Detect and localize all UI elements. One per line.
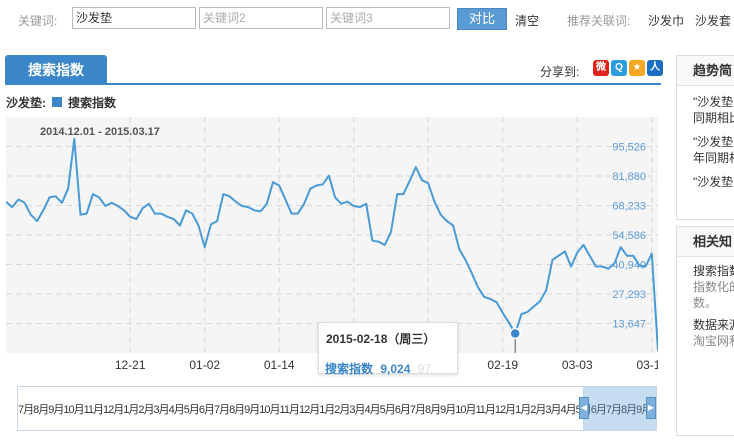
keyword2-input[interactable]: 关键词2 bbox=[199, 7, 323, 29]
recommended-item[interactable]: 沙发套 bbox=[695, 12, 731, 29]
x-tick-label: 01-14 bbox=[264, 358, 295, 372]
favorite-icon[interactable]: ★ bbox=[629, 60, 645, 76]
trend-summary-title: 趋势简 bbox=[677, 56, 734, 86]
related-knowledge-title: 相关知 bbox=[677, 227, 734, 257]
tab-bar: 搜索指数 分享到: 微 Q ★ 人 bbox=[5, 55, 663, 85]
chart-tooltip: 2015-02-18（周三） 搜索指数 9,024 97 bbox=[318, 322, 458, 377]
x-tick-label: 02-19 bbox=[487, 358, 518, 372]
tooltip-date: 2015-02-18（周三） bbox=[326, 332, 436, 346]
tab-search-index[interactable]: 搜索指数 bbox=[5, 55, 107, 85]
clear-link[interactable]: 清空 bbox=[515, 12, 539, 29]
y-tick-label: 95,526 bbox=[612, 142, 646, 154]
search-bar: 关键词: 沙发垫 关键词2 关键词3 对比 清空 推荐关联词: 沙发巾 沙发套 bbox=[0, 0, 734, 38]
timeline-right-handle[interactable]: ▶ bbox=[646, 397, 656, 419]
tooltip-value-row: 搜索指数 9,024 97 bbox=[325, 360, 431, 377]
keyword1-input[interactable]: 沙发垫 bbox=[72, 7, 196, 29]
related-knowledge-panel: 相关知 搜索指数 指数化的 数。 数据来源 淘宝网和 bbox=[676, 226, 734, 436]
trend-line: "沙发垫 bbox=[693, 175, 734, 189]
y-tick-label: 13,647 bbox=[612, 318, 646, 330]
legend-swatch bbox=[52, 97, 62, 107]
trend-line: "沙发垫 bbox=[693, 95, 734, 109]
trend-line: 同期相比 bbox=[693, 111, 734, 125]
timeline-slider[interactable]: 7月8月9月10月11月12月1月2月3月4月5月6月7月8月9月10月11月1… bbox=[17, 386, 657, 431]
highlighted-data-point[interactable] bbox=[509, 327, 521, 340]
x-tick-label: 03-03 bbox=[562, 358, 593, 372]
tooltip-faded-text: 97 bbox=[417, 362, 432, 376]
legend-label: 搜索指数 bbox=[68, 95, 117, 110]
weibo-icon[interactable]: 微 bbox=[593, 60, 609, 76]
y-tick-label: 54,586 bbox=[612, 230, 646, 242]
x-tick-label: 12-21 bbox=[115, 358, 146, 372]
qzone-icon[interactable]: Q bbox=[611, 60, 627, 76]
related-line: 数据来源 bbox=[693, 318, 734, 332]
date-range-label: 2014.12.01 - 2015.03.17 bbox=[40, 126, 160, 138]
related-line: 淘宝网和 bbox=[693, 334, 734, 348]
tooltip-series-label: 搜索指数 bbox=[325, 362, 374, 376]
share-label: 分享到: bbox=[540, 65, 580, 79]
tooltip-value: 9,024 bbox=[380, 362, 411, 376]
x-tick-label: 03-15 bbox=[636, 358, 658, 372]
related-line: 搜索指数 bbox=[693, 264, 734, 278]
keyword3-input[interactable]: 关键词3 bbox=[326, 7, 450, 29]
timeline-left-handle[interactable]: ◀ bbox=[579, 397, 589, 419]
chart-legend: 沙发垫: 搜索指数 bbox=[6, 94, 116, 110]
renren-icon[interactable]: 人 bbox=[647, 60, 663, 76]
trend-summary-panel: 趋势简 "沙发垫 同期相比 "沙发垫 年同期相 "沙发垫 bbox=[676, 55, 734, 220]
trend-line: 年同期相 bbox=[693, 151, 734, 165]
related-line: 指数化的 bbox=[693, 280, 734, 294]
compare-button[interactable]: 对比 bbox=[457, 8, 507, 30]
keyword1-label: 关键词: bbox=[18, 14, 58, 28]
y-tick-label: 40,940 bbox=[612, 259, 646, 271]
recommended-label: 推荐关联词: bbox=[567, 14, 631, 28]
y-tick-label: 81,880 bbox=[612, 171, 646, 183]
y-tick-label: 68,233 bbox=[612, 201, 646, 213]
share-icons: 微 Q ★ 人 bbox=[593, 60, 663, 76]
y-tick-label: 27,293 bbox=[612, 289, 646, 301]
x-tick-label: 01-02 bbox=[189, 358, 220, 372]
keyword-label: 沙发垫: bbox=[6, 95, 46, 110]
timeline-month-labels: 7月8月9月10月11月12月1月2月3月4月5月6月7月8月9月10月11月1… bbox=[18, 404, 657, 416]
related-line: 数。 bbox=[693, 296, 718, 310]
trend-line: "沙发垫 bbox=[693, 135, 734, 149]
recommended-item[interactable]: 沙发巾 bbox=[648, 12, 684, 29]
